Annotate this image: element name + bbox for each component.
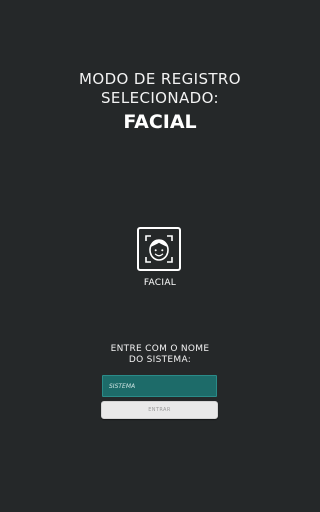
selected-mode-title: FACIAL [123, 111, 197, 133]
system-name-prompt: ENTRE COM O NOME DO SISTEMA: [0, 344, 320, 366]
system-name-input[interactable] [102, 375, 217, 397]
header-line-1: MODO DE REGISTRO [79, 70, 241, 88]
system-name-prompt-line-2: DO SISTEMA: [128, 355, 192, 365]
face-recognition-icon [145, 235, 173, 263]
enter-button[interactable]: ENTRAR [101, 401, 218, 419]
system-name-prompt-line-1: ENTRE COM O NOME [110, 344, 210, 354]
facial-mode-label: FACIAL [143, 278, 177, 288]
facial-mode-button[interactable] [137, 227, 181, 271]
header-line-2: SELECIONADO: [101, 89, 219, 107]
header: MODO DE REGISTRO SELECIONADO: FACIAL [0, 70, 320, 133]
